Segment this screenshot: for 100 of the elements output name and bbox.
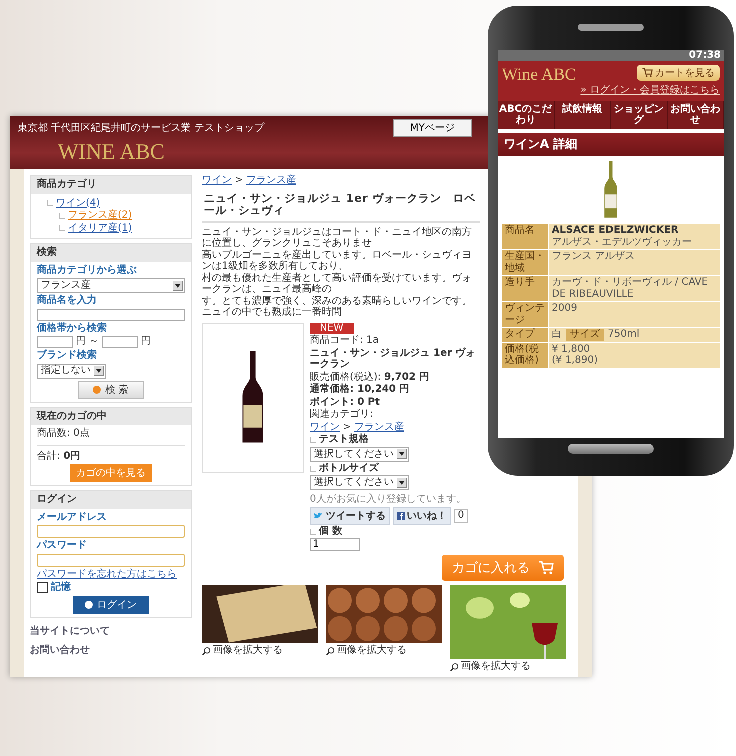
breadcrumb-link[interactable]: フランス産	[246, 175, 296, 186]
spec-value: ¥ 1,800	[552, 344, 592, 355]
login-link[interactable]: » ログイン・会員登録はこちら	[580, 83, 720, 97]
product-detail: ポイント: 0 Pt	[310, 396, 382, 408]
product-detail: 通常価格: 10,240 円	[310, 384, 411, 396]
email-field[interactable]	[37, 525, 185, 538]
checkbox-label: 記憶	[51, 582, 71, 594]
breadcrumb-link[interactable]: ワイン	[202, 175, 232, 186]
like-count: 0	[454, 509, 468, 523]
dropdown-arrow-icon	[94, 366, 104, 376]
item-count: 商品数: 0点	[37, 428, 91, 440]
dropdown-arrow-icon	[397, 478, 407, 488]
max-price-field[interactable]	[102, 336, 138, 348]
quantity-field[interactable]: 1	[310, 538, 360, 552]
new-badge: NEW	[310, 322, 354, 334]
nav-item[interactable]: ショッピング	[611, 101, 668, 129]
quantity-label: 個 数	[310, 526, 342, 538]
status-time: 07:38	[498, 50, 724, 61]
unit-label: 円	[141, 336, 152, 348]
product-detail: 商品コード: 1a	[310, 335, 380, 347]
spec-label: 商品名	[502, 224, 548, 249]
search-button[interactable]: 検 索	[78, 380, 144, 398]
product-detail: 販売価格(税込): 9,702 円	[310, 372, 430, 384]
product-detail: 関連カテゴリ:	[310, 409, 374, 421]
unit-label: 円 ～	[76, 336, 100, 348]
panel-title: 現在のカゴの中	[31, 408, 191, 425]
cart-icon	[642, 68, 653, 78]
cart-total: 合計: 0円	[37, 450, 82, 462]
favorites-count: 0人がお気に入り登録しています。	[310, 494, 468, 506]
min-price-field[interactable]	[37, 336, 73, 348]
breadcrumb-separator: >	[235, 175, 244, 186]
category-select[interactable]: フランス産	[37, 278, 185, 293]
search-icon	[450, 662, 459, 672]
category-link[interactable]: イタリア産(1)	[68, 222, 132, 234]
spec-value: (¥ 1,890)	[552, 355, 599, 366]
spec-label: サイズ	[566, 329, 604, 340]
spec-label: 価格(税込価格)	[502, 342, 548, 368]
f-logo-icon	[397, 512, 405, 520]
login-button[interactable]: ログイン	[73, 596, 149, 614]
bird-icon	[314, 512, 324, 520]
footer-link[interactable]: お問い合わせ	[30, 645, 192, 656]
remember-checkbox[interactable]	[37, 582, 48, 594]
brand-select[interactable]: 指定しない	[37, 364, 106, 378]
password-field[interactable]	[37, 554, 185, 566]
page-title: ワインA 詳細	[498, 133, 724, 156]
spec-value: アルザス・エデルツヴィッカー	[552, 236, 693, 248]
nav-item[interactable]: お問い合わせ	[668, 101, 724, 129]
category-link[interactable]: ワイン(4)	[56, 198, 100, 209]
mypage-button[interactable]: MYページ	[393, 119, 472, 137]
enlarge-link[interactable]: 画像を拡大する	[450, 661, 566, 673]
category-link[interactable]: フランス産	[354, 422, 404, 434]
footer-link[interactable]: 当サイトについて	[30, 626, 192, 637]
nav-item[interactable]: ABCのこだわり	[498, 101, 554, 129]
dropdown-arrow-icon	[397, 449, 407, 460]
panel-title: 検索	[31, 244, 191, 262]
panel-title: 商品カテゴリ	[31, 176, 191, 194]
description-line: ニュイ・サン・ジョルジュはコート・ド・ニュイ地区の南方に位置し、グランクリュこそありませ	[202, 226, 473, 250]
nav-item[interactable]: 試飲情報	[554, 101, 611, 129]
spec-value: 白	[552, 329, 562, 340]
option-select[interactable]: 選択してください	[310, 475, 409, 490]
description-line: 高いブルゴーニュを産出しています。ロベール・シュヴィヨンは1級畑を多数所有しており、	[202, 250, 473, 272]
option-label: ボトルサイズ	[310, 462, 379, 474]
site-logo: WINE ABC	[58, 139, 166, 165]
enlarge-link[interactable]: 画像を拡大する	[326, 645, 442, 657]
spec-value: 2009	[552, 303, 578, 314]
product-title: ニュイ・サン・ジョルジュ 1er ヴォークラン ロベール・シュヴィ	[202, 190, 480, 223]
search-icon	[202, 646, 211, 656]
field-label: メールアドレス	[37, 512, 108, 523]
like-button[interactable]: いいね！	[393, 506, 451, 525]
breadcrumb-separator: >	[343, 422, 352, 434]
view-cart-button[interactable]: カートを見る	[637, 65, 720, 81]
site-logo: Wine ABC	[502, 65, 576, 85]
description-line: す。とても濃厚で強く、深みのある素晴らしいワインです。ニュイの中でも熟成に一番時間	[202, 296, 473, 319]
spec-value: 750ml	[608, 329, 640, 340]
spec-value: ALSACE EDELZWICKER	[552, 225, 680, 236]
description-line: 村の最も優れた生産者として高い評価を受けています。ヴォークランは、ニュイ最高峰の	[202, 272, 473, 296]
dropdown-arrow-icon	[173, 280, 183, 290]
option-select[interactable]: 選択してください	[310, 446, 409, 462]
speaker-grille	[578, 24, 644, 31]
product-detail: ニュイ・サン・ジョルジュ 1er ヴォークラン	[310, 348, 477, 371]
cart-icon	[538, 561, 554, 576]
field-label: 商品名を入力	[37, 295, 98, 306]
forgot-password-link[interactable]: パスワードを忘れた方はこちら	[37, 568, 185, 580]
panel-title: ログイン	[31, 491, 191, 508]
spec-label: 造り手	[502, 276, 548, 301]
search-icon	[326, 646, 335, 656]
spec-value: カーヴ・ド・リボーヴィル / CAVE DE RIBEAUVILLE	[552, 277, 710, 300]
tweet-button[interactable]: ツイートする	[310, 506, 390, 525]
product-name-field[interactable]	[37, 308, 185, 320]
spec-value: フランス アルザス	[552, 251, 636, 262]
header-tagline: 東京都 千代田区紀尾井町のサービス業 テストショップ	[18, 122, 264, 135]
field-label: ブランド検索	[37, 350, 98, 362]
option-label: テスト規格	[310, 434, 369, 446]
field-label: 価格帯から検索	[37, 322, 108, 334]
spec-label: タイプ	[502, 328, 548, 342]
home-button[interactable]	[568, 444, 654, 454]
field-label: パスワード	[37, 540, 88, 552]
category-link[interactable]: ワイン	[310, 422, 340, 434]
spec-label: 生産国・地域	[502, 250, 548, 275]
enlarge-link[interactable]: 画像を拡大する	[202, 645, 318, 657]
